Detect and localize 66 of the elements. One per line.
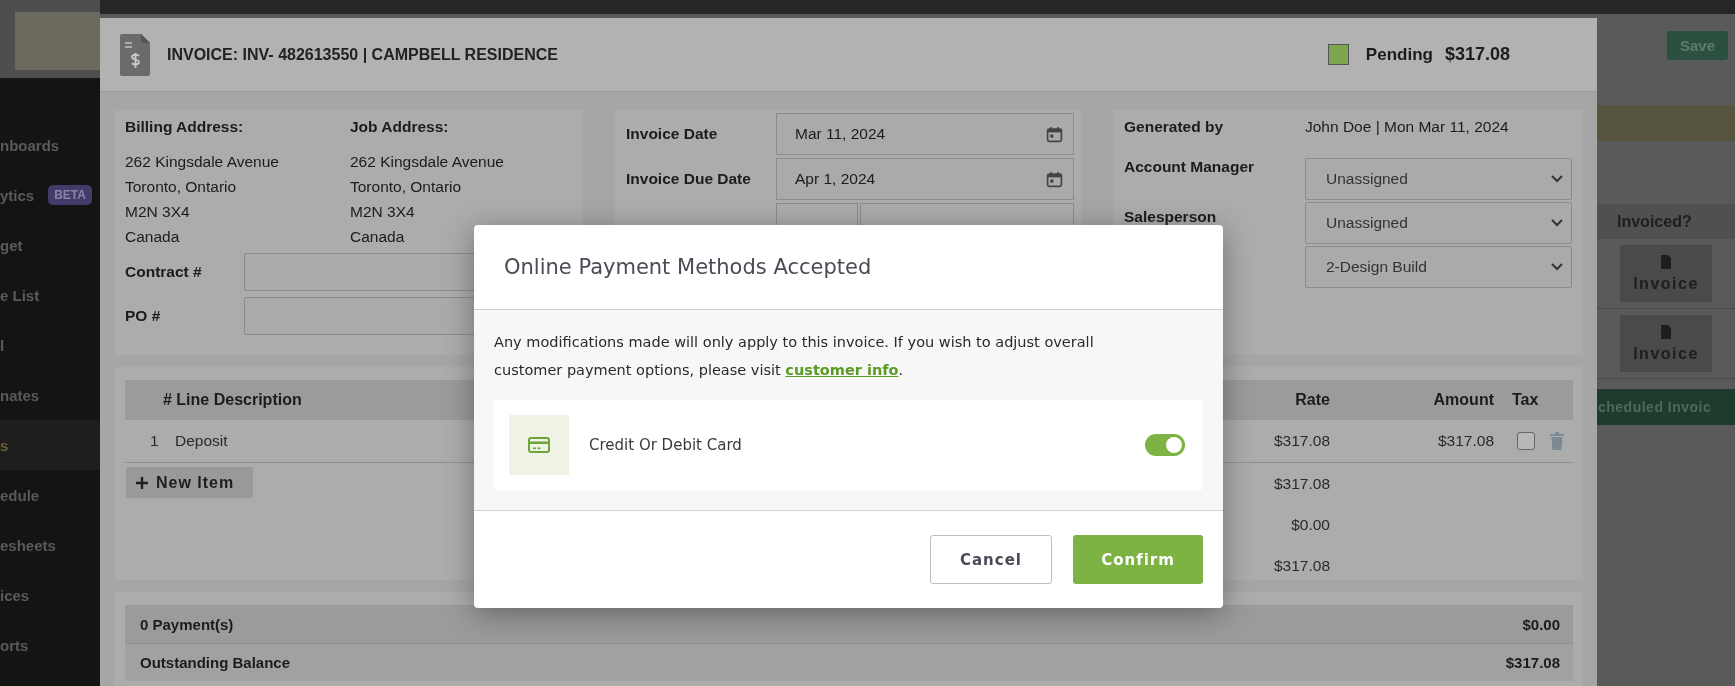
table-cell: Deposit [175, 432, 228, 450]
new-item-button[interactable]: New Item [126, 467, 253, 498]
column-header: Amount [1432, 391, 1494, 409]
address-text: 262 Kingsdale Avenue Toronto, Ontario M2N 3X4 Canada [125, 152, 280, 247]
total-value: $317.08 [1272, 556, 1330, 575]
payment-label: Outstanding Balance [140, 654, 291, 671]
chevron-down-icon [1551, 175, 1563, 183]
sidebar-item[interactable]: l [0, 320, 100, 370]
toggle-switch[interactable] [1145, 434, 1185, 456]
invoice-title: INVOICE: INV- 482613550 | CAMPBELL RESIDENCE [167, 45, 558, 64]
column-header: Tax [1511, 391, 1540, 409]
confirm-button[interactable]: Confirm [1073, 535, 1203, 584]
select-dropdown[interactable]: 2-Design Build [1305, 246, 1572, 288]
field-label: PO # [125, 307, 162, 325]
table-cell-text: $317.08 [1272, 432, 1330, 450]
payment-method-label: Credit Or Debit Card [589, 436, 742, 454]
sidebar-item[interactable]: orts [0, 620, 100, 670]
chevron-down-icon [1551, 219, 1563, 227]
address-heading: Job Address: [350, 118, 450, 136]
sidebar-item[interactable]: ices [0, 570, 100, 620]
dialog-message: Any modifications made will only apply to this invoice. If you wish to adjust overall customer payment options, please visit customer info. [494, 333, 1095, 380]
sidebar-item[interactable]: e List [0, 270, 100, 320]
total-value: $317.08 [1272, 474, 1330, 493]
beta-badge: BETA [48, 185, 92, 205]
column-header: Rate [1294, 391, 1330, 409]
generated-by-text: John Doe | Mon Mar 11, 2024 [1305, 118, 1509, 136]
table-cell-text: $317.08 [1436, 432, 1494, 450]
document-icon [1661, 324, 1671, 339]
date-field[interactable]: Mar 11, 2024 [776, 113, 1074, 155]
invoice-total: $317.08 [1444, 44, 1510, 65]
address-text: 262 Kingsdale Avenue Toronto, Ontario M2N 3X4 Canada [350, 152, 505, 247]
column-header: # Line Description [162, 391, 303, 409]
calendar-icon [1046, 125, 1063, 143]
sidebar-item[interactable]: get [0, 220, 100, 270]
select-dropdown[interactable]: Unassigned [1305, 202, 1572, 244]
payment-amount: $317.08 [1505, 654, 1560, 671]
address-heading: Billing Address: [125, 118, 245, 136]
sidebar-item[interactable]: nates [0, 370, 100, 420]
field-label: Generated by [1124, 117, 1225, 136]
plus-icon [136, 476, 148, 489]
payment-amount: $0.00 [1522, 615, 1560, 633]
sidebar-item[interactable]: nboards [0, 120, 100, 170]
payment-label: 0 Payment(s) [140, 615, 234, 633]
customer-info-link[interactable]: customer info [785, 362, 899, 378]
sidebar-item[interactable]: s [0, 420, 100, 470]
field-label: Invoice Due Date [626, 170, 752, 188]
field-label: Contract # [125, 263, 203, 281]
field-label: Account Manager [1124, 158, 1255, 175]
table-cell-text: 1 [149, 432, 160, 450]
date-field[interactable]: Apr 1, 2024 [776, 158, 1074, 200]
credit-card-icon [528, 437, 550, 453]
invoice-document-icon [120, 33, 150, 76]
status-label: Pending [1365, 44, 1433, 65]
chevron-down-icon [1551, 263, 1563, 271]
sidebar-item[interactable]: edule [0, 470, 100, 520]
calendar-icon [1046, 170, 1063, 188]
dialog-title: Online Payment Methods Accepted [504, 255, 872, 279]
sidebar-item[interactable]: esheets [0, 520, 100, 570]
select-dropdown[interactable]: Unassigned [1305, 158, 1572, 200]
sidebar-item[interactable]: ytics BETA [0, 170, 100, 220]
tax-checkbox[interactable] [1517, 432, 1535, 450]
total-value: $0.00 [1290, 515, 1330, 534]
field-label: Salesperson [1124, 208, 1217, 225]
field-label: Invoice Date [626, 125, 719, 143]
document-icon [1661, 254, 1671, 269]
cancel-button[interactable]: Cancel [930, 535, 1052, 584]
